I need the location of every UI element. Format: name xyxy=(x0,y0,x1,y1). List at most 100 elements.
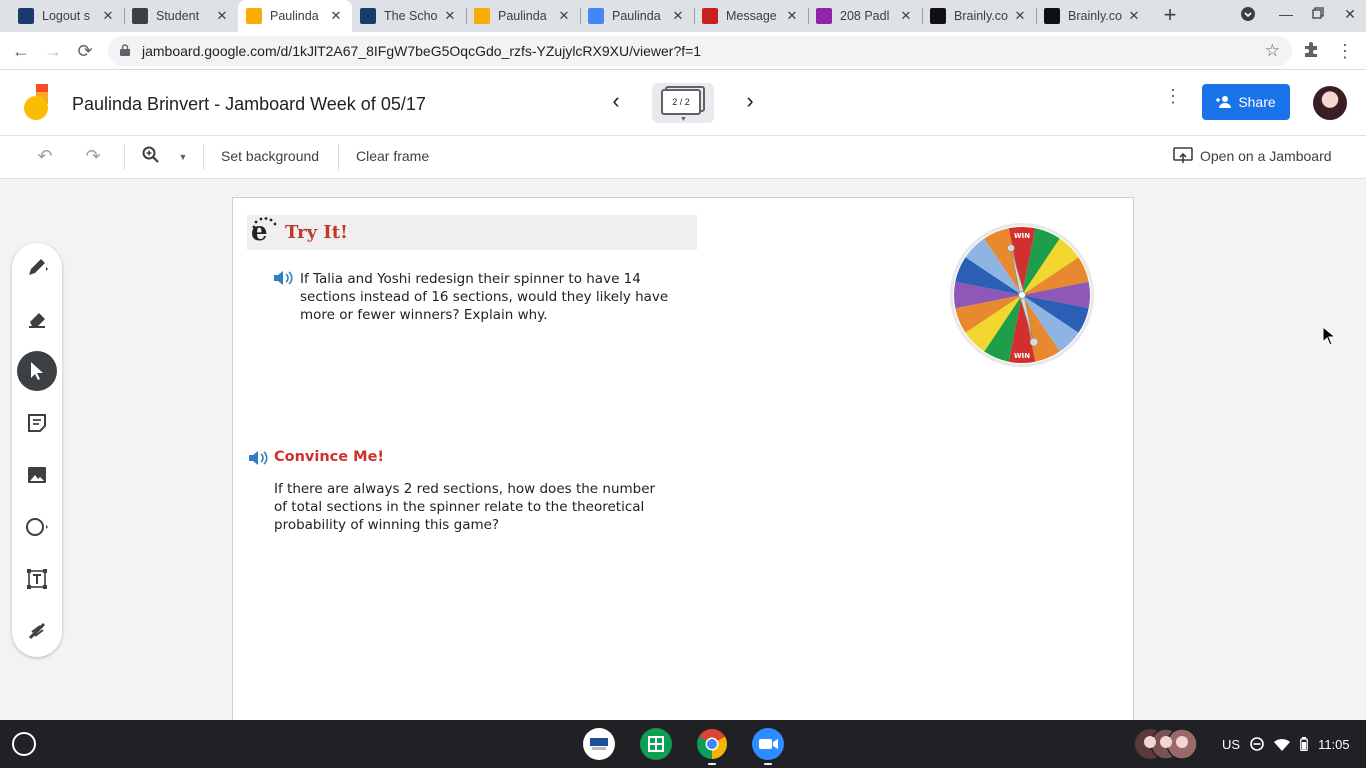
sheets-icon[interactable] xyxy=(640,728,672,760)
close-tab-icon[interactable]: ✕ xyxy=(898,8,914,24)
spinner-win-label-top: WIN xyxy=(1014,232,1030,240)
speaker-icon[interactable] xyxy=(248,451,268,465)
browser-tab[interactable]: Paulinda ✕ xyxy=(238,0,352,32)
frame-indicator: 2 / 2 xyxy=(661,89,701,115)
more-options-icon[interactable]: ⋮ xyxy=(1164,87,1182,105)
close-tab-icon[interactable]: ✕ xyxy=(784,8,800,24)
clear-frame-button[interactable]: Clear frame xyxy=(356,148,429,164)
new-tab-button[interactable]: + xyxy=(1158,4,1182,28)
browser-tab-label: The Scho xyxy=(384,9,438,23)
running-indicator xyxy=(708,763,716,765)
previous-frame-icon[interactable]: ‹ xyxy=(604,90,628,114)
running-indicator xyxy=(764,763,772,765)
speaker-icon[interactable] xyxy=(273,271,293,285)
tab-separator xyxy=(922,8,923,24)
browser-tab-label: Paulinda xyxy=(270,9,319,23)
extensions-icon[interactable] xyxy=(1300,40,1322,62)
share-button[interactable]: Share xyxy=(1202,84,1290,120)
keyboard-layout: US xyxy=(1222,736,1241,752)
close-tab-icon[interactable]: ✕ xyxy=(328,8,344,24)
image-icon[interactable] xyxy=(17,455,57,495)
minimize-icon[interactable]: — xyxy=(1276,6,1296,22)
zoom-icon[interactable] xyxy=(752,728,784,760)
brainly-icon xyxy=(930,8,946,24)
pearson-app-icon[interactable] xyxy=(583,728,615,760)
status-tray[interactable]: US 11:05 xyxy=(1212,730,1360,758)
close-tab-icon[interactable]: ✕ xyxy=(442,8,458,24)
brainly-icon xyxy=(1044,8,1060,24)
text-box-icon[interactable] xyxy=(17,559,57,599)
jam-frame[interactable]: e Try It! If Talia and Yoshi redesign th… xyxy=(232,197,1134,727)
do-not-disturb-icon xyxy=(1250,737,1264,751)
browser-tab-label: Student xyxy=(156,9,200,23)
set-background-button[interactable]: Set background xyxy=(221,148,319,164)
edit-toolbar: ↶ ↷ ▼ Set background Clear frame Open on… xyxy=(0,136,1366,179)
close-tab-icon[interactable]: ✕ xyxy=(670,8,686,24)
frame-bar-toggle[interactable]: 2 / 2 ▼ xyxy=(652,83,714,123)
circle-icon[interactable] xyxy=(17,507,57,547)
bookmark-star-icon[interactable]: ☆ xyxy=(1265,41,1280,61)
browser-tab[interactable]: Brainly.co ✕ xyxy=(922,0,1036,32)
close-window-icon[interactable]: ✕ xyxy=(1340,6,1360,23)
open-on-jamboard-button[interactable]: Open on a Jamboard xyxy=(1200,148,1332,164)
address-bar[interactable]: jamboard.google.com/d/1kJlT2A67_8IFgW7be… xyxy=(108,36,1292,66)
mouse-cursor-icon xyxy=(1322,326,1336,346)
toolbar-divider xyxy=(338,144,339,170)
next-frame-icon[interactable]: › xyxy=(738,90,762,114)
wifi-icon xyxy=(1274,738,1291,751)
browser-tab[interactable]: 208 Padl ✕ xyxy=(808,0,922,32)
close-tab-icon[interactable]: ✕ xyxy=(1012,8,1028,24)
toolbar-divider xyxy=(203,144,204,170)
try-it-title: Try It! xyxy=(285,222,348,243)
docs-icon xyxy=(588,8,604,24)
battery-icon xyxy=(1300,737,1308,751)
back-icon[interactable]: ← xyxy=(10,40,32,62)
pen-icon[interactable] xyxy=(17,247,57,287)
browser-tab[interactable]: Message ✕ xyxy=(694,0,808,32)
canvas-workspace: e Try It! If Talia and Yoshi redesign th… xyxy=(0,179,1366,727)
laser-icon[interactable] xyxy=(17,611,57,651)
account-avatar[interactable] xyxy=(1313,86,1347,120)
tab-separator xyxy=(694,8,695,24)
close-tab-icon[interactable]: ✕ xyxy=(100,8,116,24)
browser-tab[interactable]: The Scho ✕ xyxy=(352,0,466,32)
close-tab-icon[interactable]: ✕ xyxy=(556,8,572,24)
browser-tab[interactable]: Logout s ✕ xyxy=(10,0,124,32)
spinner-wheel-image[interactable]: WIN WIN xyxy=(949,222,1095,368)
eraser-icon[interactable] xyxy=(17,299,57,339)
envision-logo-letter: e xyxy=(251,217,268,247)
browser-tab[interactable]: Paulinda ✕ xyxy=(466,0,580,32)
tab-separator xyxy=(1036,8,1037,24)
spinner-win-label-bottom: WIN xyxy=(1014,352,1030,360)
browser-tab[interactable]: Paulinda ✕ xyxy=(580,0,694,32)
tab-separator xyxy=(580,8,581,24)
document-title[interactable]: Paulinda Brinvert - Jamboard Week of 05/… xyxy=(72,94,426,115)
select-icon[interactable] xyxy=(17,351,57,391)
url-text: jamboard.google.com/d/1kJlT2A67_8IFgW7be… xyxy=(142,43,702,59)
account-avatars[interactable] xyxy=(1134,728,1200,760)
zoom-icon[interactable] xyxy=(140,146,162,169)
restore-icon[interactable] xyxy=(1308,6,1328,22)
graduation-cap-icon xyxy=(18,8,34,24)
close-tab-icon[interactable]: ✕ xyxy=(214,8,230,24)
close-tab-icon[interactable]: ✕ xyxy=(1126,8,1142,24)
cast-to-jamboard-icon[interactable] xyxy=(1172,147,1194,170)
forward-icon[interactable]: → xyxy=(42,40,64,62)
contact-card-icon xyxy=(132,8,148,24)
browser-tab[interactable]: Brainly.co ✕ xyxy=(1036,0,1150,32)
zoom-dropdown-icon[interactable]: ▼ xyxy=(172,152,194,162)
toolbar-divider xyxy=(124,144,125,170)
browser-tab[interactable]: Student ✕ xyxy=(124,0,238,32)
undo-icon[interactable]: ↶ xyxy=(34,146,56,167)
sticky-note-icon[interactable] xyxy=(17,403,57,443)
browser-menu-icon[interactable]: ⋮ xyxy=(1334,40,1356,62)
launcher-icon[interactable] xyxy=(12,732,36,756)
browser-tab-label: Paulinda xyxy=(498,9,547,23)
tab-search-icon[interactable] xyxy=(1238,6,1258,25)
tab-separator xyxy=(124,8,125,24)
jamboard-icon xyxy=(246,8,262,24)
reload-icon[interactable]: ⟳ xyxy=(74,40,96,62)
convince-me-title: Convince Me! xyxy=(274,449,385,465)
chrome-icon[interactable] xyxy=(696,728,728,760)
redo-icon[interactable]: ↷ xyxy=(82,146,104,167)
